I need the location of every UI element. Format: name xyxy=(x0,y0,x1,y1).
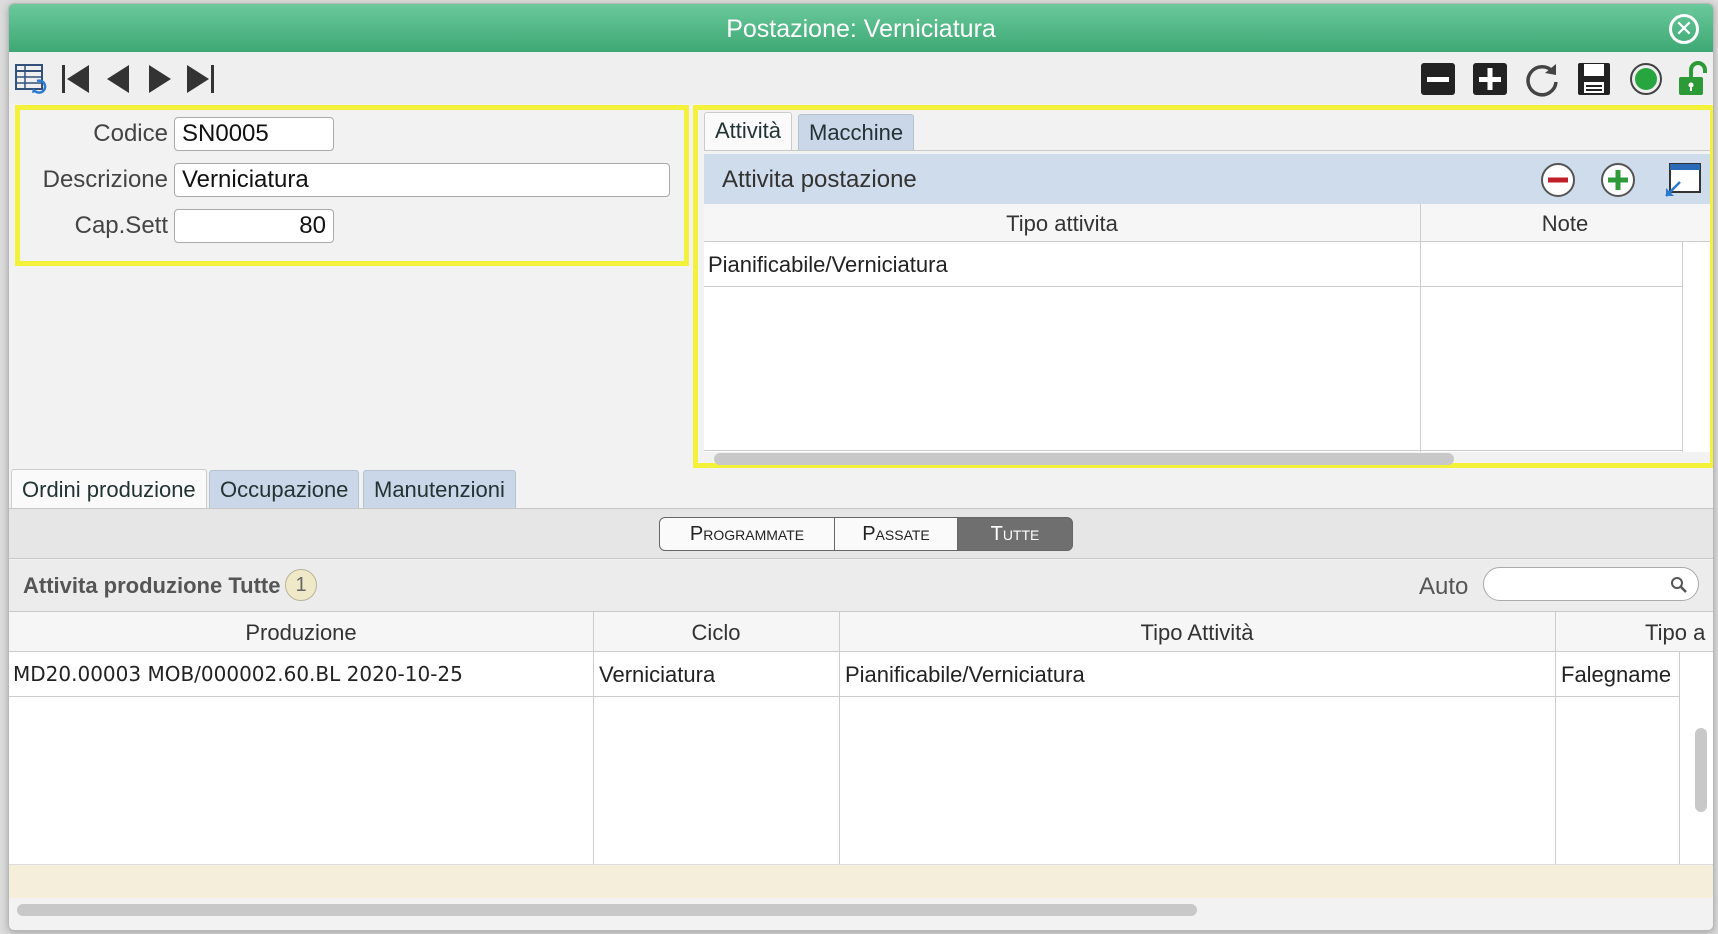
table-row[interactable]: MD20.00003 MOB/000002.60.BL 2020-10-25 V… xyxy=(9,652,1679,696)
cell-tipo-a: Falegname xyxy=(1561,662,1672,687)
activity-panel-header: Attivita postazione xyxy=(704,154,1710,204)
cell-ciclo: Verniciatura xyxy=(599,662,716,687)
col-tipo-attivita[interactable]: Tipo Attività xyxy=(839,620,1555,646)
tab-macchine[interactable]: Macchine xyxy=(798,114,915,150)
cell-produzione: MD20.00003 MOB/000002.60.BL 2020-10-25 xyxy=(13,662,463,686)
activity-grid: Tipo attivita Note Pianificabile/Vernici… xyxy=(704,204,1710,452)
production-hscroll[interactable] xyxy=(17,904,1197,916)
row-divider xyxy=(704,286,1682,287)
next-record-icon[interactable] xyxy=(141,60,179,98)
col-divider xyxy=(1679,652,1680,864)
activity-grid-header: Tipo attivita Note xyxy=(704,204,1710,242)
production-panel-header: Attivita produzione Tutte 1 Auto xyxy=(9,560,1713,612)
filter-bar: Programmate Passate Tutte xyxy=(9,509,1713,559)
segment-programmate[interactable]: Programmate xyxy=(659,517,835,551)
production-vscroll[interactable] xyxy=(1695,728,1707,812)
cell-tipo: Pianificabile/Verniciatura xyxy=(708,252,948,277)
row-divider xyxy=(9,696,1679,697)
status-green-icon[interactable] xyxy=(1627,60,1665,98)
search-input[interactable] xyxy=(1483,567,1699,601)
close-icon[interactable]: ✕ xyxy=(1669,14,1699,44)
col-divider xyxy=(1682,242,1683,452)
row-divider xyxy=(704,450,1682,451)
descrizione-field[interactable]: Verniciatura xyxy=(174,163,670,197)
footer-summary xyxy=(9,864,1713,898)
form-highlight-box: Codice SN0005 Descrizione Verniciatura C… xyxy=(15,105,689,266)
tab-ordini-produzione[interactable]: Ordini produzione xyxy=(11,469,207,509)
remove-row-icon[interactable] xyxy=(1540,162,1576,198)
unlock-icon[interactable] xyxy=(1673,60,1711,98)
codice-field[interactable]: SN0005 xyxy=(174,117,334,151)
refresh-icon[interactable] xyxy=(1523,60,1561,98)
title-bar[interactable]: Postazione: Verniciatura ✕ xyxy=(9,4,1713,52)
descrizione-label: Descrizione xyxy=(42,166,168,193)
toolbar xyxy=(9,52,1713,104)
last-record-icon[interactable] xyxy=(181,60,219,98)
segment-tutte[interactable]: Tutte xyxy=(957,517,1073,551)
cap-sett-field[interactable]: 80 xyxy=(174,209,334,243)
activity-panel-title: Attivita postazione xyxy=(722,166,917,193)
production-panel-title: Attivita produzione Tutte xyxy=(23,573,281,598)
cell-tipo-attivita: Pianificabile/Verniciatura xyxy=(845,662,1085,687)
first-record-icon[interactable] xyxy=(57,60,95,98)
window-title: Postazione: Verniciatura xyxy=(726,15,996,43)
auto-label: Auto xyxy=(1419,573,1469,600)
table-row[interactable]: Pianificabile/Verniciatura xyxy=(704,242,1682,286)
col-produzione[interactable]: Produzione xyxy=(9,620,593,646)
grid-return-icon[interactable] xyxy=(13,60,51,98)
col-divider xyxy=(593,612,594,864)
search-icon[interactable] xyxy=(1670,576,1688,594)
col-tipo-attivita[interactable]: Tipo attivita xyxy=(704,211,1420,237)
activity-hscroll[interactable] xyxy=(714,453,1454,465)
add-record-icon[interactable] xyxy=(1471,60,1509,98)
col-ciclo[interactable]: Ciclo xyxy=(593,620,839,646)
segment-passate[interactable]: Passate xyxy=(834,517,958,551)
expand-panel-icon[interactable] xyxy=(1662,160,1702,200)
station-window: Postazione: Verniciatura ✕ Codice SN0005… xyxy=(8,3,1714,931)
activity-highlight-box: Attività Macchine Attivita postazione Ti… xyxy=(693,105,1713,468)
tab-manutenzioni[interactable]: Manutenzioni xyxy=(363,470,516,508)
period-segmented-control: Programmate Passate Tutte xyxy=(659,517,1073,551)
production-grid-header: Produzione Ciclo Tipo Attività Tipo a xyxy=(9,612,1713,652)
count-badge: 1 xyxy=(285,569,317,601)
tab-occupazione[interactable]: Occupazione xyxy=(209,470,360,508)
tab-divider xyxy=(704,150,1710,151)
cap-sett-label: Cap.Sett xyxy=(74,212,168,239)
codice-label: Codice xyxy=(93,120,168,147)
prev-record-icon[interactable] xyxy=(99,60,137,98)
delete-record-icon[interactable] xyxy=(1419,60,1457,98)
production-grid: Produzione Ciclo Tipo Attività Tipo a MD… xyxy=(9,612,1713,864)
col-note[interactable]: Note xyxy=(1420,211,1710,237)
col-divider xyxy=(839,612,840,864)
tab-attivita[interactable]: Attività xyxy=(704,112,793,150)
save-icon[interactable] xyxy=(1575,60,1613,98)
add-row-icon[interactable] xyxy=(1600,162,1636,198)
col-divider xyxy=(1555,612,1556,864)
col-tipo-a[interactable]: Tipo a xyxy=(1555,620,1713,646)
